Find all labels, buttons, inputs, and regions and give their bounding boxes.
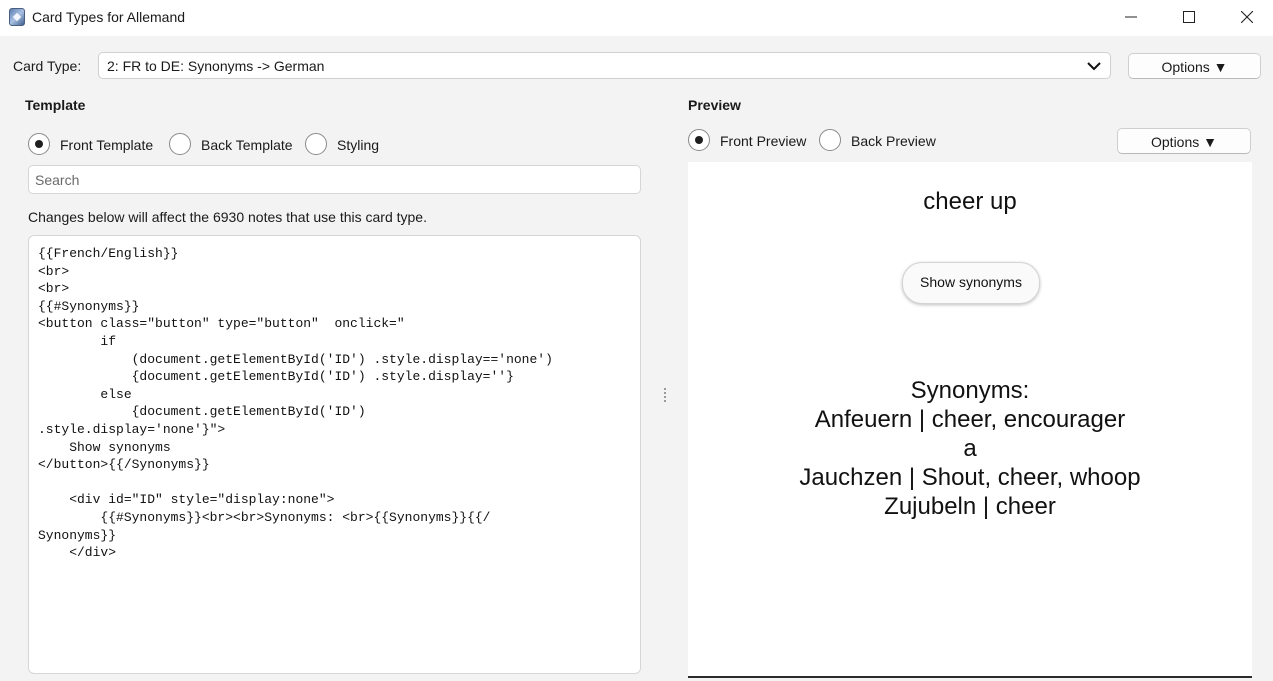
styling-label: Styling bbox=[337, 137, 380, 153]
front-template-label: Front Template bbox=[60, 137, 154, 153]
preview-synonyms: Synonyms: Anfeuern | cheer, encourager a… bbox=[688, 376, 1252, 521]
template-code[interactable]: {{French/English}} <br> <br> {{#Synonyms… bbox=[38, 245, 640, 562]
close-button[interactable] bbox=[1218, 0, 1273, 34]
search-input[interactable] bbox=[28, 165, 641, 194]
splitter-handle[interactable] bbox=[664, 388, 670, 406]
notes-notice: Changes below will affect the 6930 notes… bbox=[28, 209, 427, 225]
preview-pane: cheer up Show synonyms Synonyms: Anfeuer… bbox=[688, 162, 1252, 678]
synonyms-line: Synonyms: bbox=[910, 377, 1030, 404]
card-type-label: Card Type: bbox=[13, 58, 82, 74]
front-preview-label: Front Preview bbox=[720, 133, 807, 149]
template-editor[interactable]: {{French/English}} <br> <br> {{#Synonyms… bbox=[28, 235, 641, 674]
front-preview-radio[interactable] bbox=[688, 129, 710, 151]
back-preview-radio[interactable] bbox=[819, 129, 841, 151]
window-title: Card Types for Allemand bbox=[32, 9, 186, 25]
preview-options-button[interactable]: Options ▼ bbox=[1117, 128, 1251, 154]
back-preview-label: Back Preview bbox=[851, 133, 936, 149]
synonyms-line: Zujubeln | cheer bbox=[884, 493, 1056, 520]
template-heading: Template bbox=[25, 97, 86, 113]
synonyms-line: a bbox=[963, 435, 977, 462]
synonyms-line: Jauchzen | Shout, cheer, whoop bbox=[799, 464, 1141, 491]
synonyms-line: Anfeuern | cheer, encourager bbox=[814, 406, 1126, 433]
close-icon bbox=[1241, 11, 1253, 23]
title-bar bbox=[0, 0, 1273, 36]
styling-radio[interactable] bbox=[305, 133, 327, 155]
app-icon bbox=[9, 8, 25, 26]
preview-heading: Preview bbox=[688, 97, 741, 113]
maximize-icon bbox=[1183, 11, 1195, 23]
show-synonyms-button[interactable]: Show synonyms bbox=[902, 262, 1040, 304]
minimize-button[interactable] bbox=[1102, 0, 1160, 34]
minimize-icon bbox=[1125, 16, 1137, 18]
back-template-radio[interactable] bbox=[169, 133, 191, 155]
chevron-down-icon bbox=[1087, 62, 1101, 71]
card-type-options-button[interactable]: Options ▼ bbox=[1128, 53, 1261, 79]
front-template-radio[interactable] bbox=[28, 133, 50, 155]
preview-front-text: cheer up bbox=[923, 188, 1017, 215]
maximize-button[interactable] bbox=[1160, 0, 1218, 34]
card-type-value: 2: FR to DE: Synonyms -> German bbox=[107, 58, 325, 74]
card-type-select[interactable]: 2: FR to DE: Synonyms -> German bbox=[98, 52, 1111, 79]
back-template-label: Back Template bbox=[201, 137, 293, 153]
